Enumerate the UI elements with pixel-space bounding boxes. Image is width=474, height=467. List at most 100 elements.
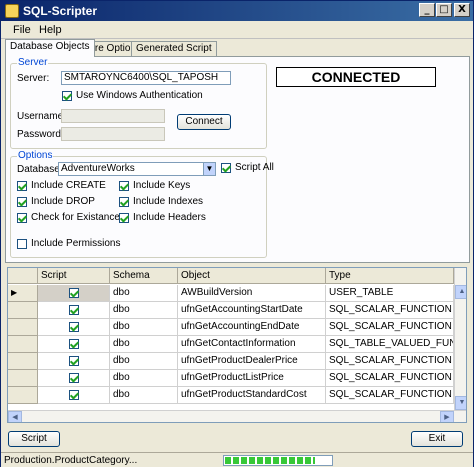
include-indexes-checkbox[interactable]: [119, 197, 129, 207]
include-headers-checkbox[interactable]: [119, 213, 129, 223]
script-row-checkbox[interactable]: [69, 305, 79, 315]
windows-auth-checkbox[interactable]: [62, 91, 72, 101]
include-drop-label: Include DROP: [31, 196, 95, 207]
password-input[interactable]: [61, 127, 165, 141]
script-row-checkbox[interactable]: [69, 339, 79, 349]
include-keys-label: Include Keys: [133, 180, 191, 191]
row-header[interactable]: [8, 353, 38, 370]
cell-object: ufnGetProductListPrice: [178, 370, 326, 387]
row-header[interactable]: [8, 370, 38, 387]
row-header[interactable]: [8, 319, 38, 336]
check-existance-label: Check for Existance: [31, 212, 120, 223]
include-permissions-checkbox[interactable]: [17, 239, 27, 249]
window-title: SQL-Scripter: [23, 4, 98, 18]
current-row-indicator-icon[interactable]: ▶: [8, 285, 38, 302]
column-header-type[interactable]: Type: [326, 268, 454, 284]
connect-button[interactable]: Connect: [177, 114, 231, 130]
server-group: Server Server: SMTAROYNC6400\SQL_TAPOSH …: [10, 57, 267, 149]
scroll-up-icon[interactable]: ▲: [455, 285, 466, 299]
windows-auth-label: Use Windows Authentication: [76, 90, 203, 101]
server-label: Server:: [17, 73, 50, 84]
column-header-schema[interactable]: Schema: [110, 268, 178, 284]
progress-bar: [223, 455, 333, 466]
cell-type: SQL_SCALAR_FUNCTION: [326, 302, 454, 319]
scroll-right-icon[interactable]: ▶: [440, 411, 454, 422]
status-text: Production.ProductCategory...: [4, 455, 138, 466]
row-header[interactable]: [8, 336, 38, 353]
table-row[interactable]: dbo ufnGetProductStandardCost SQL_SCALAR_F…: [8, 387, 466, 404]
cell-object: AWBuildVersion: [178, 285, 326, 302]
cell-schema: dbo: [110, 319, 178, 336]
cell-script[interactable]: [38, 319, 110, 336]
check-existance-checkbox[interactable]: [17, 213, 27, 223]
scroll-down-icon[interactable]: ▼: [455, 396, 466, 410]
cell-schema: dbo: [110, 302, 178, 319]
cell-script[interactable]: [38, 387, 110, 404]
cell-script[interactable]: [38, 336, 110, 353]
script-row-checkbox[interactable]: [69, 373, 79, 383]
vertical-scrollbar[interactable]: ▲ ▼: [454, 268, 466, 410]
cell-script[interactable]: [38, 370, 110, 387]
column-header-object[interactable]: Object: [178, 268, 326, 284]
column-header-script[interactable]: Script: [38, 268, 110, 284]
tab-generated-script[interactable]: Generated Script: [131, 41, 217, 56]
maximize-button[interactable]: □: [436, 3, 452, 17]
chevron-down-icon[interactable]: ▼: [203, 163, 215, 175]
cell-type: USER_TABLE: [326, 285, 454, 302]
script-row-checkbox[interactable]: [69, 322, 79, 332]
cell-script[interactable]: [38, 302, 110, 319]
horizontal-scrollbar[interactable]: ◀ ▶: [8, 410, 466, 422]
exit-button[interactable]: Exit: [411, 431, 463, 447]
script-button[interactable]: Script: [8, 431, 60, 447]
cell-type: SQL_SCALAR_FUNCTION: [326, 353, 454, 370]
table-row[interactable]: dbo ufnGetAccountingStartDate SQL_SCALAR_F…: [8, 302, 466, 319]
cell-script[interactable]: [38, 353, 110, 370]
table-row[interactable]: dbo ufnGetProductDealerPrice SQL_SCALAR_FU…: [8, 353, 466, 370]
table-row[interactable]: dbo ufnGetContactInformation SQL_TABLE_VAL…: [8, 336, 466, 353]
include-keys-checkbox[interactable]: [119, 181, 129, 191]
script-row-checkbox[interactable]: [69, 356, 79, 366]
database-label: Database:: [17, 164, 63, 175]
close-button[interactable]: X: [454, 3, 470, 17]
script-row-checkbox[interactable]: [69, 390, 79, 400]
grid-header: Script Schema Object Type: [8, 268, 466, 284]
server-input[interactable]: SMTAROYNC6400\SQL_TAPOSH: [61, 71, 231, 85]
table-row[interactable]: dbo ufnGetAccountingEndDate SQL_SCALAR_FUN…: [8, 319, 466, 336]
cell-type: SQL_SCALAR_FUNCTION: [326, 319, 454, 336]
connection-status: CONNECTED: [276, 67, 436, 87]
cell-object: ufnGetAccountingEndDate: [178, 319, 326, 336]
include-create-checkbox[interactable]: [17, 181, 27, 191]
menu-bar: File Help: [1, 21, 473, 39]
status-bar: Production.ProductCategory...: [1, 452, 473, 467]
database-select-value: AdventureWorks: [61, 163, 135, 174]
app-icon: [5, 4, 19, 18]
include-permissions-label: Include Permissions: [31, 238, 121, 249]
row-header[interactable]: [8, 387, 38, 404]
include-drop-checkbox[interactable]: [17, 197, 27, 207]
tab-database-objects[interactable]: Database Objects: [5, 39, 95, 57]
username-label: Username:: [17, 111, 66, 122]
cell-object: ufnGetProductDealerPrice: [178, 353, 326, 370]
cell-type: SQL_SCALAR_FUNCTION: [326, 387, 454, 404]
scroll-left-icon[interactable]: ◀: [8, 411, 22, 422]
database-select[interactable]: AdventureWorks ▼: [58, 162, 216, 176]
options-group-legend: Options: [17, 150, 54, 161]
script-all-checkbox[interactable]: [221, 163, 231, 173]
menu-file[interactable]: File: [13, 24, 31, 36]
cell-schema: dbo: [110, 387, 178, 404]
objects-grid[interactable]: Script Schema Object Type ▶ dbo AWBuildVer…: [7, 267, 467, 423]
cell-object: ufnGetAccountingStartDate: [178, 302, 326, 319]
username-input[interactable]: [61, 109, 165, 123]
script-all-label: Script All: [235, 162, 274, 173]
row-header[interactable]: [8, 302, 38, 319]
table-row[interactable]: dbo ufnGetProductListPrice SQL_SCALAR_FUNC…: [8, 370, 466, 387]
progress-fill: [225, 457, 316, 464]
script-row-checkbox[interactable]: [69, 288, 79, 298]
title-bar[interactable]: SQL-Scripter _ □ X: [1, 1, 473, 21]
table-row[interactable]: ▶ dbo AWBuildVersion USER_TABLE: [8, 285, 466, 302]
menu-help[interactable]: Help: [39, 24, 62, 36]
cell-script[interactable]: [38, 285, 110, 302]
cell-schema: dbo: [110, 370, 178, 387]
cell-schema: dbo: [110, 336, 178, 353]
minimize-button[interactable]: _: [419, 3, 435, 17]
